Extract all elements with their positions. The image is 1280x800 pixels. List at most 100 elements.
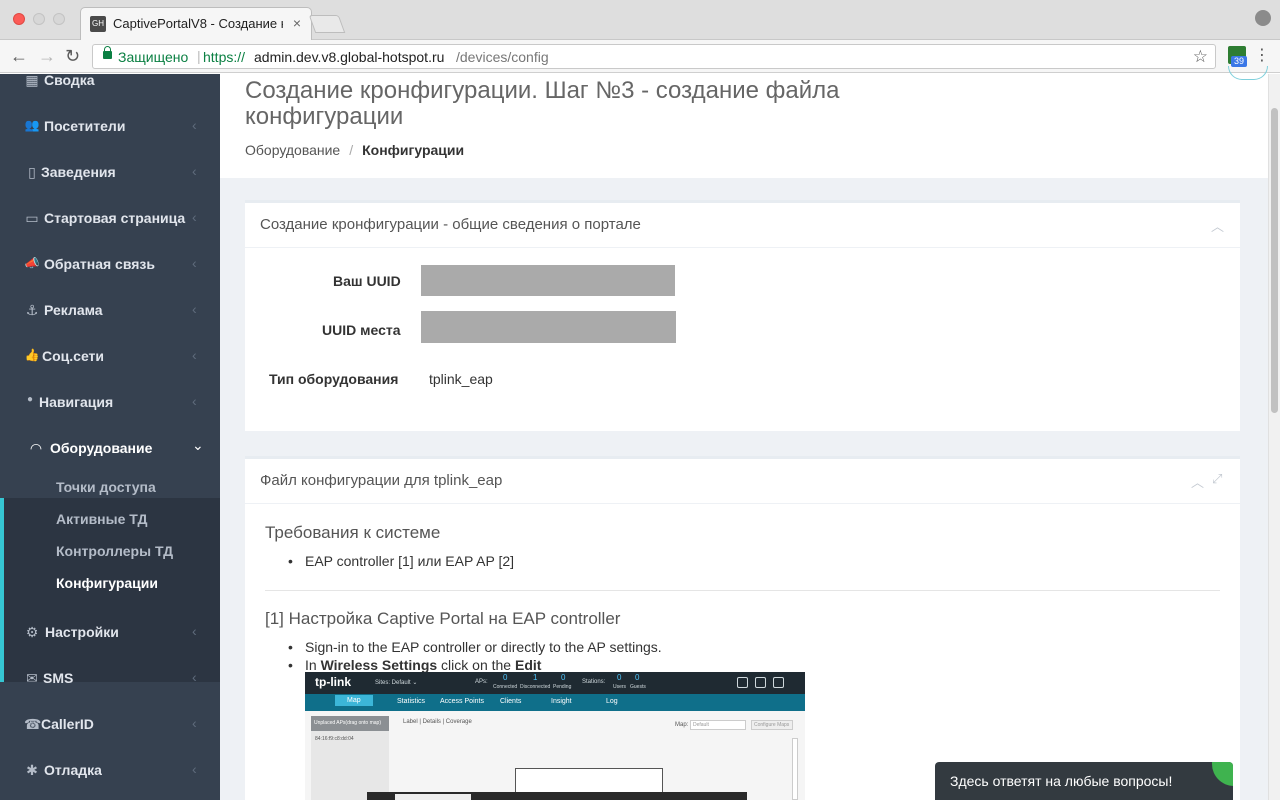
sidebar-subitem-access-points[interactable]: Точки доступа: [56, 479, 156, 495]
breadcrumb: Оборудование / Конфигурации: [245, 142, 464, 158]
sidebar-item-label: Посетители: [44, 118, 126, 134]
portlet-title: Файл конфигурации для tplink_eap: [260, 472, 503, 489]
sidebar-item-label: CallerID: [41, 716, 94, 732]
tplink-count: 0: [561, 673, 566, 682]
place-uuid-label: UUID места: [322, 322, 401, 338]
tab-close-icon[interactable]: ×: [293, 15, 301, 31]
minimize-window-button[interactable]: [33, 13, 45, 25]
tplink-overlay-input: [395, 794, 471, 800]
new-tab-button[interactable]: [308, 15, 346, 33]
chevron-up-icon[interactable]: ︿: [1211, 216, 1224, 235]
phone-icon: ☎: [24, 716, 42, 732]
tplink-configure-button: Configure Maps: [751, 720, 793, 730]
requirement-item: EAP controller [1] или EAP AP [2]: [288, 553, 514, 569]
tplink-map-label: Map:: [675, 722, 689, 728]
sidebar-item-navigation[interactable]: ● Навигация ‹: [0, 380, 220, 426]
tplink-tab-log: Log: [606, 698, 618, 705]
monitor-icon: ▭: [25, 210, 39, 226]
dashboard-icon: ▦: [25, 74, 39, 88]
lock-icon: [103, 46, 112, 59]
tplink-topbar: tp-link Sites: Default ⌄ APs: 0 Connecte…: [305, 672, 805, 694]
chevron-up-icon[interactable]: ︿: [1191, 472, 1204, 491]
sidebar-item-debug[interactable]: ✱ Отладка ‹: [0, 748, 220, 794]
forward-icon[interactable]: →: [38, 46, 56, 66]
sidebar-subitem-configurations[interactable]: Конфигурации: [56, 575, 158, 591]
step-item: Sign-in to the EAP controller or directl…: [288, 639, 662, 655]
uuid-label: Ваш UUID: [333, 273, 401, 289]
step-item: In Wireless Settings click on the Edit: [288, 657, 542, 673]
sidebar-item-start-page[interactable]: ▭ Стартовая страница ‹: [0, 196, 220, 242]
maximize-window-button[interactable]: [53, 13, 65, 25]
chat-online-indicator: [1212, 762, 1233, 786]
sidebar-item-feedback[interactable]: 📣 Обратная связь ‹: [0, 242, 220, 288]
bullhorn-icon: 📣: [24, 256, 40, 270]
tplink-tab-statistics: Statistics: [397, 698, 426, 705]
sidebar-item-label: Стартовая страница: [44, 210, 186, 226]
tplink-tab-insight: Insight: [551, 698, 572, 705]
back-icon[interactable]: ←: [10, 46, 28, 66]
tab-title: CaptivePortalV8 - Создание к: [113, 16, 283, 31]
reload-icon[interactable]: ↻: [65, 46, 80, 66]
sidebar-item-sms[interactable]: ✉ SMS ‹: [0, 656, 220, 702]
chevron-left-icon: ‹: [192, 163, 197, 179]
tplink-station-label: Guests: [630, 684, 646, 690]
tplink-unplaced-panel: Unplaced APs(drag onto map) 84:16:f9:c8:…: [311, 716, 389, 800]
place-uuid-value-redacted: [421, 311, 676, 343]
tplink-tab-access-points: Access Points: [440, 698, 484, 705]
sidebar-item-label: SMS: [43, 670, 74, 686]
menu-icon[interactable]: ⋮: [1254, 46, 1270, 66]
sidebar-item-equipment[interactable]: ◠ Оборудование ⌄: [0, 426, 220, 472]
equipment-type-value: tplink_eap: [429, 371, 493, 387]
tplink-view-links: Label | Details | Coverage: [403, 719, 472, 725]
breadcrumb-link-equipment[interactable]: Оборудование: [245, 142, 340, 158]
main-content: Создание кронфигурации. Шаг №3 - создани…: [220, 74, 1268, 800]
sidebar-subitem-controllers[interactable]: Контроллеры ТД: [56, 543, 173, 559]
page-header: Создание кронфигурации. Шаг №3 - создани…: [220, 74, 1268, 178]
logout-icon: [773, 677, 784, 688]
expand-icon[interactable]: ⤢: [1212, 471, 1222, 487]
address-bar[interactable]: Защищено | https:// admin.dev.v8.global-…: [92, 44, 1216, 69]
tplink-station-count: 0: [635, 673, 640, 682]
chat-widget[interactable]: Здесь ответят на любые вопросы!: [935, 762, 1233, 800]
tplink-count: 1: [533, 673, 538, 682]
tplink-aps-label: APs:: [475, 679, 488, 685]
close-window-button[interactable]: [13, 13, 25, 25]
tplink-mac: 84:16:f9:c8:dd:04: [315, 736, 354, 742]
step-emphasis: Edit: [515, 657, 542, 673]
chevron-left-icon: ‹: [192, 761, 197, 777]
sidebar-item-label: Навигация: [39, 394, 114, 410]
uuid-value-redacted: [421, 265, 675, 296]
sidebar-item-ads[interactable]: ⚓ Реклама ‹: [0, 288, 220, 334]
star-icon[interactable]: ☆: [1193, 47, 1208, 67]
tplink-logo: tp-link: [315, 675, 351, 689]
sidebar-item-summary[interactable]: ▦ Сводка: [0, 74, 220, 104]
tplink-overlay-bar: [367, 792, 747, 800]
tplink-zoom-slider: [792, 738, 798, 800]
tplink-count: 0: [503, 673, 508, 682]
tplink-station-label: Users: [613, 684, 627, 690]
tplink-count-label: Pending: [553, 684, 572, 690]
url-scheme: https://: [203, 49, 246, 65]
sidebar: ▦ Сводка 👥 Посетители ‹ ▯ Заведения ‹ ▭ …: [0, 74, 220, 800]
sidebar-item-label: Обратная связь: [44, 256, 155, 272]
tplink-count-label: Connected: [493, 684, 518, 690]
portlet-title: Создание кронфигурации - общие сведения …: [260, 216, 641, 233]
sidebar-item-visitors[interactable]: 👥 Посетители ‹: [0, 104, 220, 150]
sidebar-item-venues[interactable]: ▯ Заведения ‹: [0, 150, 220, 196]
equipment-type-label: Тип оборудования: [269, 371, 399, 387]
browser-tab[interactable]: GH CaptivePortalV8 - Создание к ×: [80, 7, 312, 41]
profile-icon[interactable]: [1255, 10, 1271, 26]
gear-icon: [755, 677, 766, 688]
sidebar-item-settings[interactable]: ⚙ Настройки ‹: [0, 610, 220, 656]
scrollbar-thumb[interactable]: [1271, 108, 1278, 413]
chevron-left-icon: ‹: [192, 669, 197, 685]
sidebar-subitem-active-aps[interactable]: Активные ТД: [56, 511, 147, 527]
sidebar-item-social[interactable]: 👍 Соц.сети ‹: [0, 334, 220, 380]
url-separator: |: [197, 48, 201, 64]
tplink-tab-map: Map: [335, 695, 373, 706]
page-scrollbar[interactable]: [1268, 74, 1280, 800]
url-path: /devices/config: [456, 49, 549, 65]
portlet-general-info: Создание кронфигурации - общие сведения …: [245, 200, 1240, 431]
sidebar-item-callerid[interactable]: ☎ CallerID ‹: [0, 702, 220, 748]
tplink-nav: Map Statistics Access Points Clients Ins…: [305, 694, 805, 711]
